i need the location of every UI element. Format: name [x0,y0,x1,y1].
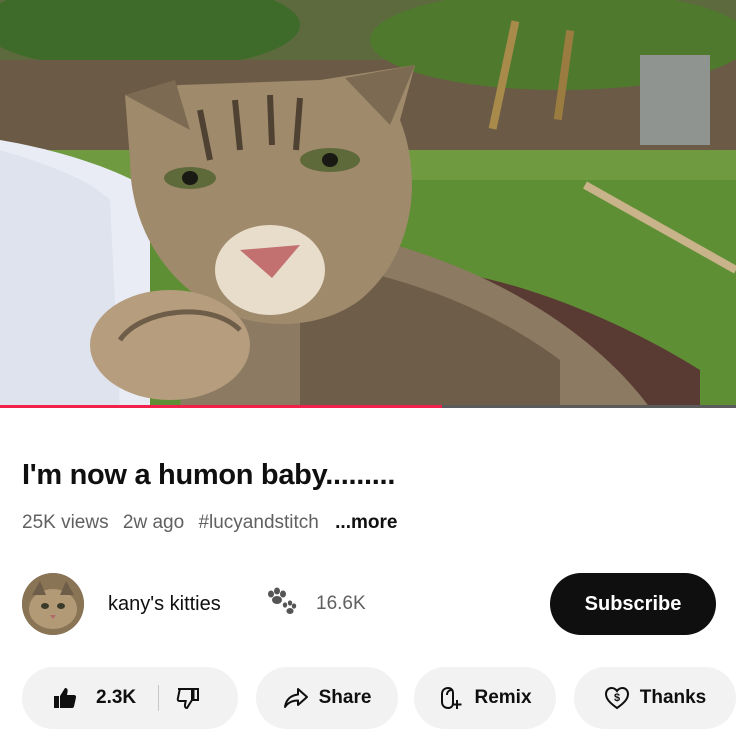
progress-bar-fill [0,405,442,408]
video-meta[interactable]: 25K views 2w ago #lucyandstitch ...more [22,512,406,534]
progress-bar[interactable] [0,405,736,408]
view-count: 25K views [22,512,109,533]
upload-age: 2w ago [122,512,185,533]
like-button[interactable]: 2.3K [22,685,136,711]
thumbs-up-icon [52,685,78,711]
like-divider [158,685,160,711]
video-frame-cat [0,0,736,408]
channel-row: kany's kitties 16.6K Subscribe [22,573,718,637]
share-button[interactable]: Share [256,667,398,729]
share-arrow-icon [283,685,309,711]
thanks-label: Thanks [639,687,707,708]
remix-icon [438,685,464,711]
avatar[interactable] [22,573,84,635]
action-bar: 2.3K Share Remix $ Thanks [22,667,736,733]
paw-icon [264,587,298,617]
video-player[interactable] [0,0,736,408]
remix-label: Remix [474,687,532,708]
subscribe-button[interactable]: Subscribe [550,573,716,635]
like-count: 2.3K [96,687,137,708]
dislike-button[interactable] [175,685,201,711]
channel-name[interactable]: kany's kitties [108,593,221,616]
thanks-heart-dollar-icon: $ [604,685,630,711]
like-dislike-pill: 2.3K [22,667,238,729]
hashtag-link[interactable]: #lucyandstitch [198,512,318,533]
video-info-panel: I'm now a humon baby......... 25K views … [0,409,736,736]
svg-text:$: $ [614,692,620,704]
video-title: I'm now a humon baby......... [22,459,396,491]
subscriber-count: 16.6K [316,593,366,614]
share-label: Share [318,687,372,708]
more-link[interactable]: ...more [335,512,397,533]
remix-button[interactable]: Remix [414,667,556,729]
thumbs-down-icon [175,685,201,711]
thanks-button[interactable]: $ Thanks [574,667,736,729]
